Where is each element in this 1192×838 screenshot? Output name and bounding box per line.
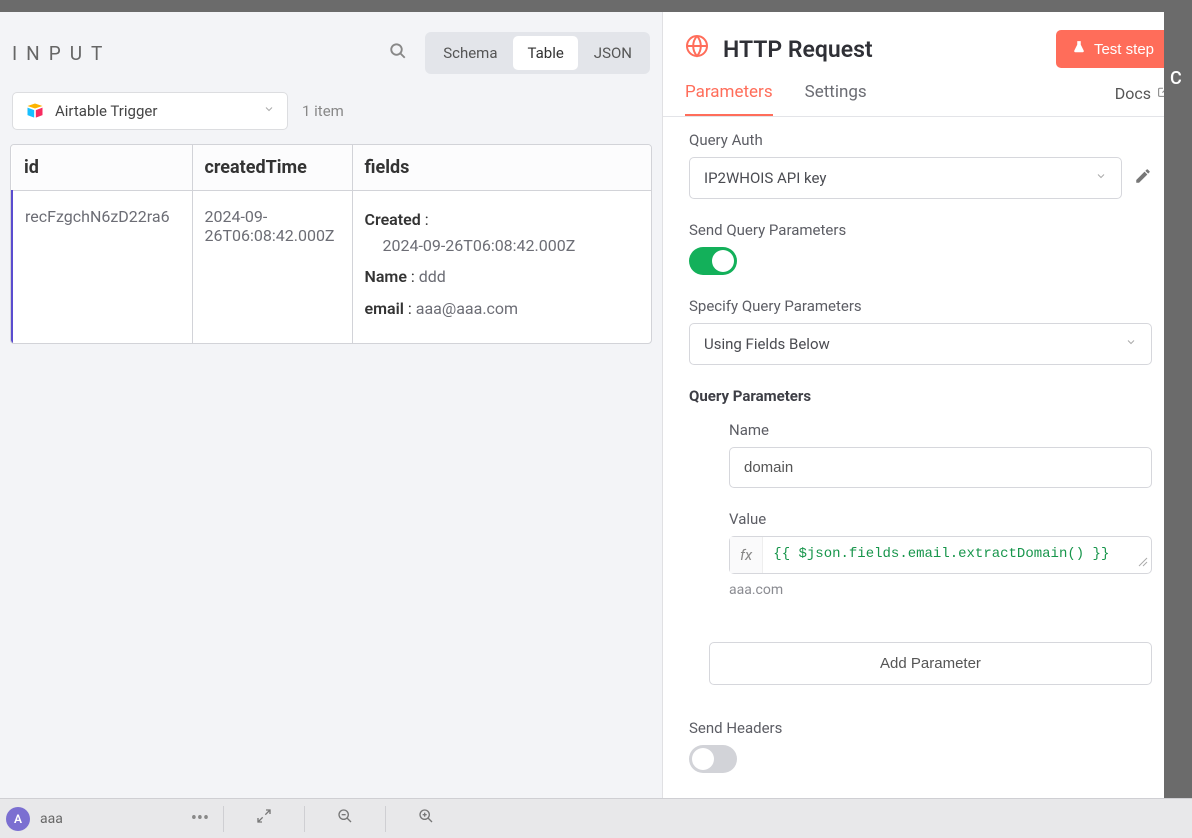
view-toggle: Schema Table JSON [425, 32, 650, 74]
col-fields[interactable]: fields [352, 145, 651, 191]
send-query-params-toggle[interactable] [689, 247, 737, 275]
param-name-input[interactable] [729, 447, 1152, 488]
table-row[interactable]: recFzgchN6zD22ra6 2024-09-26T06:08:42.00… [12, 191, 651, 344]
top-dim-bar [0, 0, 1192, 12]
right-panel: HTTP Request Test step Parameters Settin… [662, 12, 1192, 798]
tab-parameters[interactable]: Parameters [685, 82, 773, 116]
specify-query-params-label: Specify Query Parameters [689, 297, 1152, 315]
cell-fields: Created : 2024-09-26T06:08:42.000Z Name … [352, 191, 651, 344]
query-parameters-label: Query Parameters [689, 387, 1152, 405]
specify-query-params-select[interactable]: Using Fields Below [689, 323, 1152, 365]
expand-icon[interactable] [238, 808, 290, 829]
flask-icon [1072, 40, 1086, 58]
view-json[interactable]: JSON [580, 36, 646, 70]
param-name-label: Name [729, 421, 1152, 439]
tab-settings[interactable]: Settings [805, 82, 867, 116]
col-id[interactable]: id [12, 145, 192, 191]
send-headers-toggle[interactable] [689, 745, 737, 773]
chevron-down-icon [1095, 170, 1107, 186]
expression-text: {{ $json.fields.email.extractDomain() }} [763, 537, 1151, 573]
input-title: INPUT [12, 42, 111, 65]
query-auth-label: Query Auth [689, 131, 1152, 149]
cell-createdTime: 2024-09-26T06:08:42.000Z [192, 191, 352, 344]
view-schema[interactable]: Schema [429, 36, 511, 70]
search-icon[interactable] [389, 42, 407, 65]
col-createdTime[interactable]: createdTime [192, 145, 352, 191]
airtable-icon [25, 101, 45, 121]
avatar[interactable]: A [6, 807, 30, 831]
resize-handle-icon[interactable] [1138, 557, 1148, 570]
user-name: aaa [40, 811, 63, 827]
cell-id: recFzgchN6zD22ra6 [12, 191, 192, 344]
input-panel: INPUT Schema Table JSON Airtable Trig [0, 12, 662, 798]
zoom-in-icon[interactable] [400, 808, 452, 829]
docs-link[interactable]: Docs [1115, 84, 1170, 115]
send-headers-label: Send Headers [689, 719, 1152, 737]
chevron-down-icon [1125, 336, 1137, 352]
panel-title: HTTP Request [723, 36, 873, 63]
globe-icon [685, 34, 709, 64]
send-query-params-label: Send Query Parameters [689, 221, 1152, 239]
resolved-value: aaa.com [729, 582, 1152, 598]
zoom-out-icon[interactable] [319, 808, 371, 829]
chevron-down-icon [263, 103, 275, 119]
test-step-button[interactable]: Test step [1056, 30, 1170, 68]
node-selector[interactable]: Airtable Trigger [12, 92, 288, 130]
fx-badge: fx [730, 537, 763, 573]
output-panel-label: C [1164, 12, 1192, 89]
data-table: id createdTime fields recFzgchN6zD22ra6 … [10, 144, 652, 344]
more-icon[interactable]: ••• [191, 808, 209, 829]
node-name: Airtable Trigger [55, 102, 157, 120]
pencil-icon[interactable] [1134, 167, 1152, 190]
param-value-input[interactable]: fx {{ $json.fields.email.extractDomain()… [729, 536, 1152, 574]
add-parameter-button[interactable]: Add Parameter [709, 642, 1152, 685]
item-count: 1 item [302, 102, 344, 120]
param-value-label: Value [729, 510, 1152, 528]
view-table[interactable]: Table [513, 36, 577, 70]
query-auth-select[interactable]: IP2WHOIS API key [689, 157, 1122, 199]
bottom-bar: A aaa ••• [0, 798, 1192, 838]
output-panel-collapsed[interactable]: C [1164, 12, 1192, 798]
